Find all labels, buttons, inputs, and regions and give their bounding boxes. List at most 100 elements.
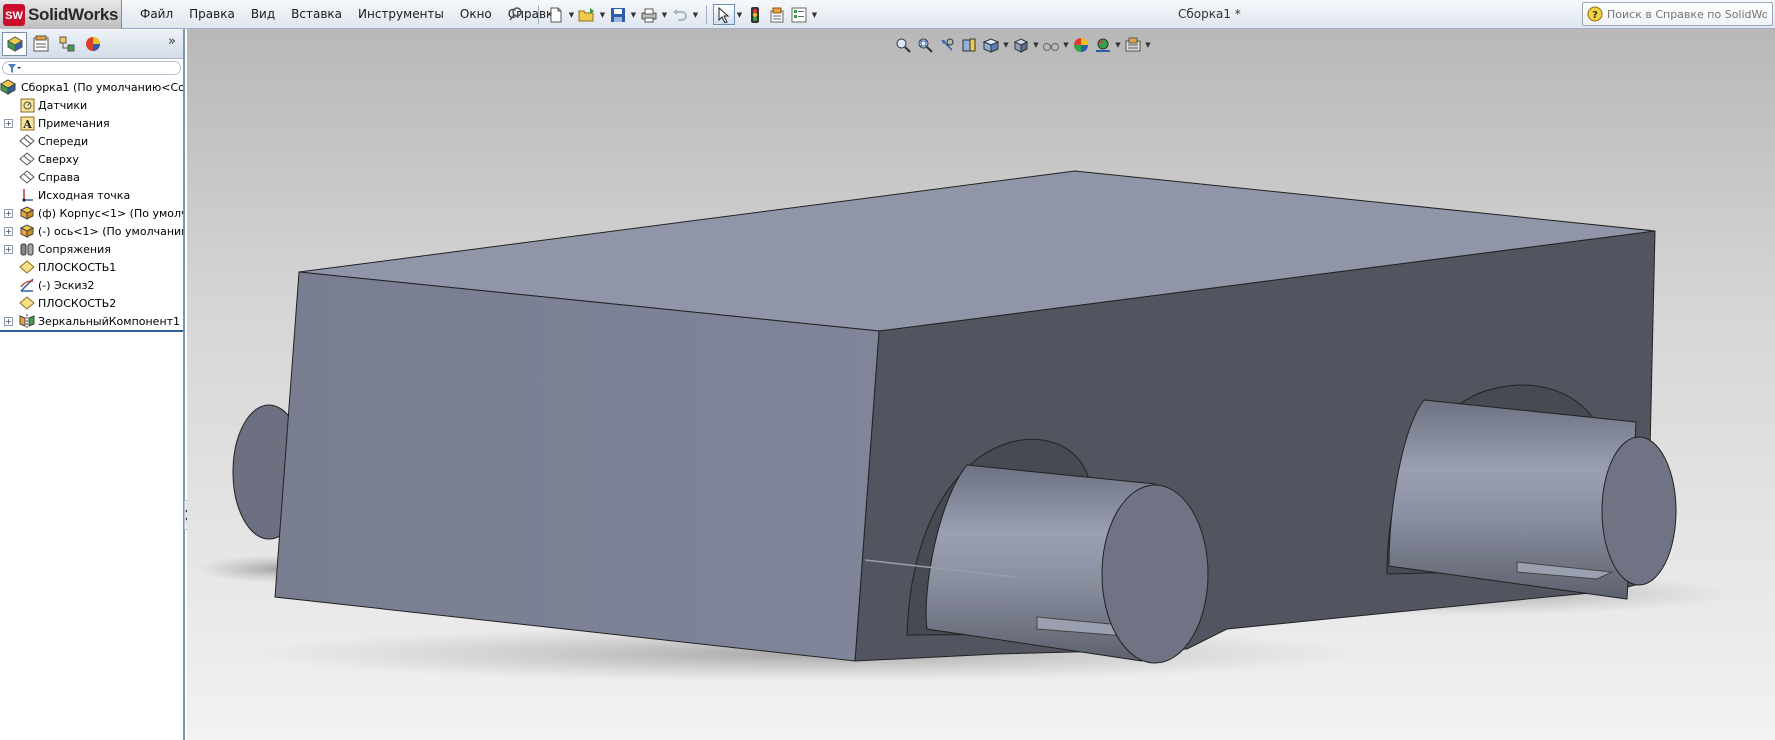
tree-item-label: Спереди <box>38 134 89 148</box>
plane-icon <box>19 151 35 167</box>
expand-icon[interactable]: + <box>4 316 13 326</box>
tree-item-origin[interactable]: Исходная точка <box>0 186 183 204</box>
tree-item-label: (ф) Корпус<1> (По умолчани <box>38 206 183 220</box>
block-front-face[interactable] <box>274 271 880 662</box>
expand-icon[interactable]: + <box>4 244 13 254</box>
menu-file[interactable]: Файл <box>132 0 181 29</box>
cylinder-front-end[interactable] <box>1101 484 1209 664</box>
select-dropdown-icon[interactable]: ▼ <box>735 4 744 25</box>
ref-plane-icon <box>19 259 35 275</box>
tree-item-mates[interactable]: + Сопряжения <box>0 240 183 258</box>
sketch-icon <box>19 277 35 293</box>
panel-tabs: » <box>0 29 183 59</box>
tree-item-annotations[interactable]: + A Примечания <box>0 114 183 132</box>
tree-item-sensors[interactable]: Датчики <box>0 96 183 114</box>
assembly-icon <box>0 79 16 95</box>
menu-bar: Файл Правка Вид Вставка Инструменты Окно… <box>132 0 569 29</box>
tree-item-right-plane[interactable]: Справа <box>0 168 183 186</box>
tree-filter <box>0 59 183 77</box>
help-search-input[interactable] <box>1607 7 1767 21</box>
cylinder-right-end[interactable] <box>1601 436 1677 586</box>
featuremanager-tab[interactable] <box>2 31 27 56</box>
menu-window[interactable]: Окно <box>452 0 500 29</box>
tree-item-label: (-) Эскиз2 <box>38 278 95 292</box>
rollback-bar[interactable] <box>0 330 183 332</box>
part-icon <box>19 223 35 239</box>
plane-icon <box>19 169 35 185</box>
tree-item-label: ПЛОСКОСТЬ1 <box>38 260 117 274</box>
menu-insert[interactable]: Вставка <box>283 0 350 29</box>
toolbar-separator <box>538 5 539 24</box>
tree-item-label: Примечания <box>38 116 110 130</box>
document-title: Сборка1 * <box>1178 7 1241 21</box>
open-icon[interactable] <box>576 4 598 25</box>
tree-item-plane2[interactable]: ПЛОСКОСТЬ2 <box>0 294 183 312</box>
save-icon[interactable] <box>607 4 629 25</box>
origin-icon <box>19 187 35 203</box>
tree-item-label: (-) ось<1> (По умолчанию<- <box>38 224 183 238</box>
display-manager-tab[interactable] <box>80 32 105 56</box>
display-manager-icon <box>85 36 100 51</box>
tree-item-label: ЗеркальныйКомпонент1 <box>38 314 181 328</box>
expand-icon[interactable]: + <box>4 226 13 236</box>
tree-item-label: ПЛОСКОСТЬ2 <box>38 296 117 310</box>
tree-item-axis-part[interactable]: + (-) ось<1> (По умолчанию<- <box>0 222 183 240</box>
save-dropdown-icon[interactable]: ▼ <box>629 4 638 25</box>
pin-menu-icon[interactable] <box>508 6 524 22</box>
new-document-icon[interactable] <box>545 4 567 25</box>
featuremanager-icon <box>6 35 23 52</box>
rebuild-icon[interactable] <box>744 4 766 25</box>
print-dropdown-icon[interactable]: ▼ <box>660 4 669 25</box>
tree-item-mirror-component[interactable]: + ЗеркальныйКомпонент1 <box>0 312 183 330</box>
solidworks-logo[interactable]: SW SolidWorks <box>0 0 122 29</box>
tree-item-plane1[interactable]: ПЛОСКОСТЬ1 <box>0 258 183 276</box>
tree-item-label: Справа <box>38 170 80 184</box>
configurationmanager-icon <box>59 36 74 51</box>
expand-icon[interactable]: + <box>4 208 13 218</box>
print-icon[interactable] <box>638 4 660 25</box>
expand-icon[interactable]: + <box>4 118 13 128</box>
tree-item-sketch2[interactable]: (-) Эскиз2 <box>0 276 183 294</box>
mates-icon <box>19 241 35 257</box>
new-dropdown-icon[interactable]: ▼ <box>567 4 576 25</box>
tree-item-label: Исходная точка <box>38 188 131 202</box>
filter-input[interactable] <box>2 61 181 75</box>
options-icon[interactable] <box>788 4 810 25</box>
featuremanager-panel: » Сборка1 (По умолчанию<Состо Датчики + … <box>0 29 185 740</box>
mirror-component-icon <box>19 313 35 329</box>
menu-edit[interactable]: Правка <box>181 0 243 29</box>
open-dropdown-icon[interactable]: ▼ <box>598 4 607 25</box>
solidworks-logo-icon: SW <box>3 3 25 26</box>
assembly-model[interactable] <box>187 29 1775 740</box>
svg-text:?: ? <box>1592 10 1598 21</box>
plane-icon <box>19 133 35 149</box>
undo-dropdown-icon[interactable]: ▼ <box>691 4 700 25</box>
tree-item-assembly[interactable]: Сборка1 (По умолчанию<Состо <box>0 78 183 96</box>
sensors-icon <box>19 97 35 113</box>
collapse-panel-icon[interactable]: » <box>168 34 176 49</box>
propertymanager-tab[interactable] <box>28 32 53 56</box>
tree-item-top-plane[interactable]: Сверху <box>0 150 183 168</box>
menu-tools[interactable]: Инструменты <box>350 0 452 29</box>
tree-item-body-part[interactable]: + (ф) Корпус<1> (По умолчани <box>0 204 183 222</box>
toolbar-separator <box>706 5 707 24</box>
graphics-area[interactable]: ▼ ▼ ▼ ▼ ▼ <box>187 29 1775 740</box>
propertymanager-icon <box>33 35 48 51</box>
svg-text:SW: SW <box>5 10 23 22</box>
help-icon: ? <box>1587 6 1603 22</box>
cylinder-right-body[interactable] <box>1388 399 1637 600</box>
help-search[interactable]: ? <box>1582 2 1773 26</box>
options-dropdown-icon[interactable]: ▼ <box>810 4 819 25</box>
tree-item-label: Сборка1 (По умолчанию<Состо <box>21 80 183 94</box>
menu-view[interactable]: Вид <box>243 0 283 29</box>
tree-item-label: Датчики <box>38 98 88 112</box>
file-properties-icon[interactable] <box>766 4 788 25</box>
tree-item-label: Сверху <box>38 152 79 166</box>
ref-plane-icon <box>19 295 35 311</box>
select-icon[interactable] <box>713 4 735 25</box>
configurationmanager-tab[interactable] <box>54 32 79 56</box>
standard-toolbar: ▼ ▼ ▼ ▼ ▼ ▼ ▼ <box>532 4 819 25</box>
app-name: SolidWorks <box>28 4 119 24</box>
tree-item-front-plane[interactable]: Спереди <box>0 132 183 150</box>
undo-icon[interactable] <box>669 4 691 25</box>
